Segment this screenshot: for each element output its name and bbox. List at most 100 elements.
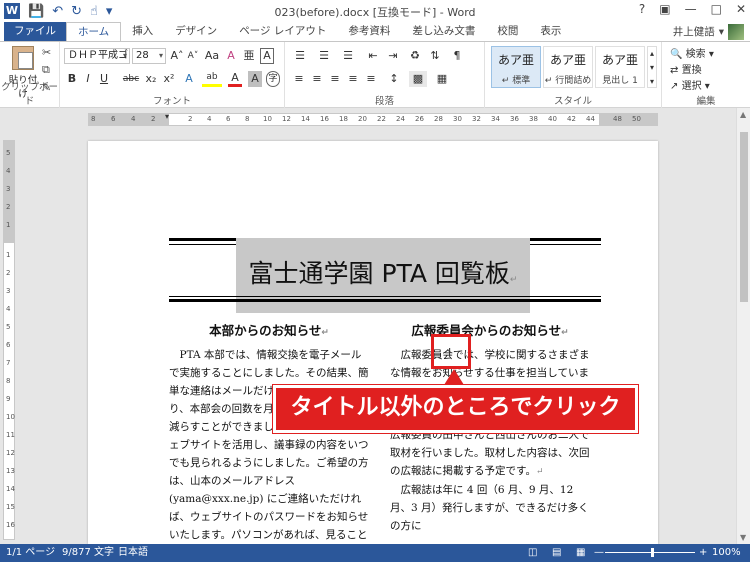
align-left-icon[interactable]: ≡ [291, 71, 307, 87]
horizontal-ruler[interactable]: 8 6 4 2 2 4 6 8 10 12 14 16 18 20 22 24 … [88, 112, 658, 126]
numbering-icon[interactable]: ☰ [315, 48, 333, 64]
style-heading-1[interactable]: あア亜 見出し 1 [595, 46, 645, 88]
print-layout-icon[interactable]: ▤ [552, 544, 561, 562]
find-button[interactable]: 🔍 検索 ▾ [670, 45, 714, 60]
font-name-combo[interactable]: ＤＨＰ平成ゴシ▾ [64, 48, 130, 64]
chevron-down-icon: ▾ [122, 51, 127, 60]
help-icon[interactable]: ? [639, 2, 645, 16]
ruler-tick: 11 [6, 431, 15, 439]
zoom-slider[interactable] [605, 552, 695, 553]
word-count[interactable]: 9/877 文字 [62, 544, 114, 562]
tab-insert[interactable]: 挿入 [121, 22, 164, 41]
paragraph-mark: ↵ [561, 328, 569, 338]
sort-icon[interactable]: ⇅ [427, 48, 443, 64]
scroll-up-icon[interactable]: ▲ [740, 110, 746, 119]
zoom-slider-thumb[interactable] [651, 548, 654, 557]
asian-layout-icon[interactable]: ♻ [407, 48, 423, 64]
cut-icon[interactable]: ✂ [42, 46, 51, 59]
ruler-tick: 50 [632, 115, 641, 123]
tab-view[interactable]: 表示 [529, 22, 572, 41]
decrease-indent-icon[interactable]: ⇤ [365, 48, 381, 64]
ruler-margin-left [89, 114, 169, 125]
heading-text: 富士通学園 PTA 回覧板 [248, 259, 510, 288]
ribbon-display-icon[interactable]: ▣ [659, 2, 670, 16]
undo-icon[interactable]: ↶ [52, 4, 63, 19]
word-app-icon[interactable]: W [4, 3, 20, 19]
ruler-margin-right [599, 114, 657, 125]
justify-icon[interactable]: ≡ [345, 71, 361, 87]
line-spacing-icon[interactable]: ↕ [385, 71, 403, 87]
bold-button[interactable]: B [66, 71, 78, 87]
chevron-down-icon: ▾ [704, 81, 710, 92]
char-border-button[interactable]: A [260, 48, 274, 64]
close-icon[interactable]: ✕ [736, 2, 746, 16]
tab-references[interactable]: 参考資料 [337, 22, 401, 41]
bullets-icon[interactable]: ☰ [291, 48, 309, 64]
page-count[interactable]: 1/1 ページ [6, 544, 55, 562]
document-page[interactable]: 富士通学園 PTA 回覧板↵ 本部からのお知らせ↵ PTA 本部では、情報交換を… [88, 141, 658, 544]
ruler-tick: 38 [529, 115, 538, 123]
underline-button[interactable]: U [98, 71, 110, 87]
maximize-icon[interactable]: □ [711, 2, 722, 16]
change-case-button[interactable]: Aa [203, 48, 221, 64]
align-right-icon[interactable]: ≡ [327, 71, 343, 87]
clear-format-button[interactable]: A [224, 48, 238, 64]
vertical-scrollbar[interactable]: ▲ ▼ [736, 108, 750, 544]
ruler-tick: 8 [91, 115, 96, 123]
customize-icon[interactable]: ▾ [106, 4, 113, 19]
italic-button[interactable]: I [82, 71, 94, 87]
copy-icon[interactable]: ⧉ [42, 63, 51, 77]
style-no-spacing[interactable]: あア亜 ↵ 行間詰め [543, 46, 593, 88]
tab-file[interactable]: ファイル [4, 22, 66, 41]
strikethrough-button[interactable]: abc [120, 71, 142, 87]
select-button[interactable]: ↗ 選択 ▾ [670, 77, 710, 92]
shading-icon[interactable]: ▩ [409, 71, 427, 87]
styles-group: あア亜 ↵ 標準 あア亜 ↵ 行間詰め あア亜 見出し 1 ▴ ▾ ▾ スタイル [485, 42, 662, 108]
text-effects-button[interactable]: A [182, 71, 196, 87]
zoom-in-button[interactable]: + [699, 544, 707, 562]
tab-review[interactable]: 校閲 [486, 22, 529, 41]
shrink-font-button[interactable]: A˅ [186, 48, 200, 64]
scroll-down-icon[interactable]: ▼ [740, 533, 746, 542]
subscript-button[interactable]: x₂ [144, 71, 158, 87]
enclose-char-button[interactable]: 字 [266, 71, 280, 87]
indent-marker-icon[interactable]: ▾ [165, 112, 169, 121]
zoom-level[interactable]: 100% [712, 544, 741, 562]
web-layout-icon[interactable]: ▦ [576, 544, 585, 562]
borders-icon[interactable]: ▦ [433, 71, 451, 87]
scrollbar-thumb[interactable] [740, 132, 748, 302]
superscript-button[interactable]: x² [162, 71, 176, 87]
tab-mailings[interactable]: 差し込み文書 [401, 22, 486, 41]
grow-font-button[interactable]: A˄ [170, 48, 184, 64]
read-mode-icon[interactable]: ◫ [528, 544, 537, 562]
vertical-ruler[interactable]: 5 4 3 2 1 1 2 3 4 5 6 7 8 9 10 11 12 13 … [3, 140, 15, 540]
multilevel-list-icon[interactable]: ☰ [339, 48, 357, 64]
zoom-out-button[interactable]: — [594, 544, 604, 562]
font-size-combo[interactable]: 28 ▾ [132, 48, 166, 64]
increase-indent-icon[interactable]: ⇥ [385, 48, 401, 64]
redo-icon[interactable]: ↻ [71, 4, 82, 19]
tab-page-layout[interactable]: ページ レイアウト [228, 22, 337, 41]
highlight-button[interactable]: ab [202, 71, 222, 87]
ruler-tick: 40 [548, 115, 557, 123]
left-column[interactable]: 本部からのお知らせ↵ PTA 本部では、情報交換を電子メールで実施することにしま… [169, 322, 369, 544]
ruler-tick: 36 [510, 115, 519, 123]
show-marks-icon[interactable]: ¶ [449, 48, 465, 64]
distributed-icon[interactable]: ≡ [363, 71, 379, 87]
align-center-icon[interactable]: ≡ [309, 71, 325, 87]
language[interactable]: 日本語 [118, 544, 148, 562]
chevron-down-icon: ▾ [718, 25, 724, 38]
style-normal[interactable]: あア亜 ↵ 標準 [491, 46, 541, 88]
phonetic-guide-button[interactable]: 亜 [242, 48, 256, 64]
touch-mode-icon[interactable]: ☝ [90, 4, 98, 19]
document-heading[interactable]: 富士通学園 PTA 回覧板↵ [236, 254, 530, 290]
save-icon[interactable]: 💾 [28, 4, 44, 19]
char-shading-button[interactable]: A [248, 71, 262, 87]
font-color-button[interactable]: A [228, 71, 242, 87]
user-account[interactable]: 井上健語 ▾ [673, 22, 744, 41]
minimize-icon[interactable]: — [685, 2, 697, 16]
tab-design[interactable]: デザイン [164, 22, 228, 41]
replace-button[interactable]: ⇄ 置換 [670, 61, 702, 76]
tab-home[interactable]: ホーム [66, 22, 122, 41]
styles-scroll-icon[interactable]: ▴ ▾ ▾ [647, 46, 657, 88]
